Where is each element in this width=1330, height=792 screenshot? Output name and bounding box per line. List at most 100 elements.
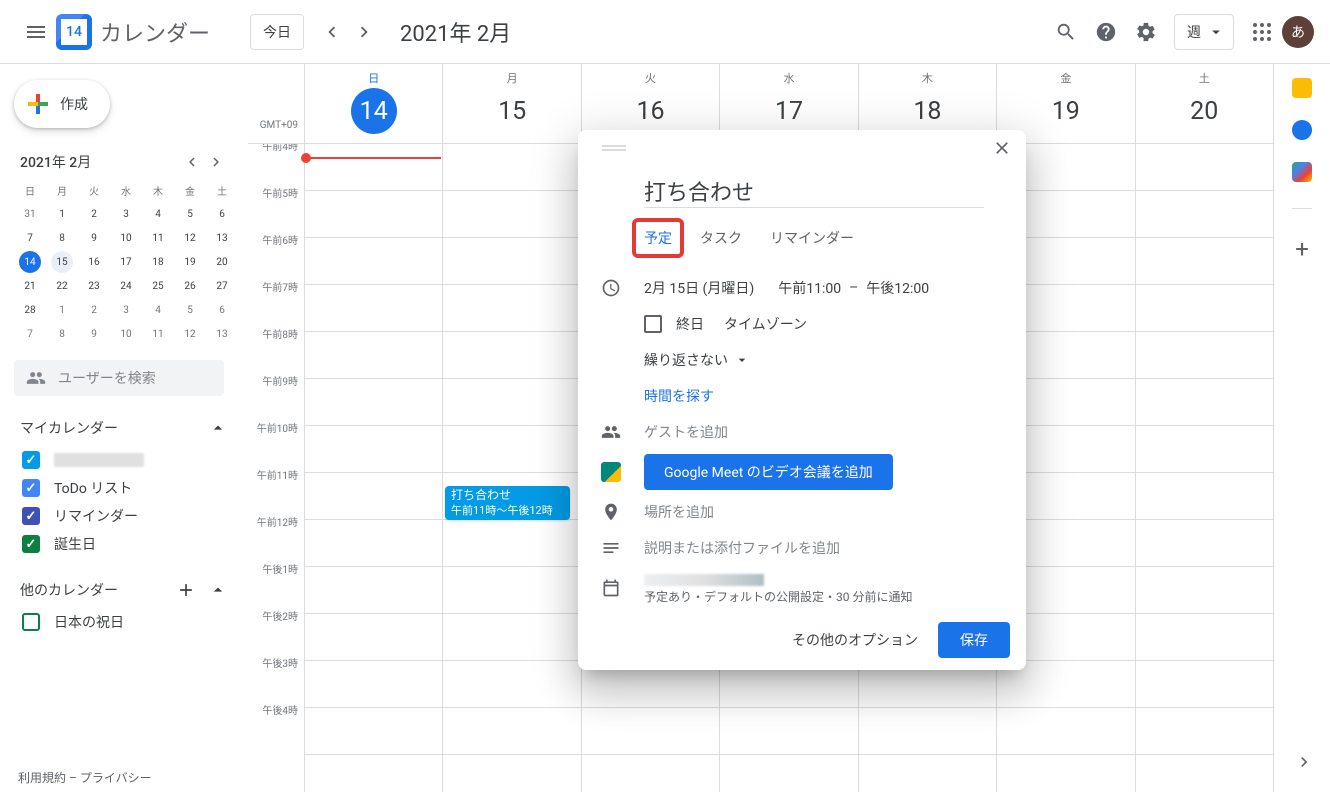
guests-row[interactable]: ゲストを追加 xyxy=(578,414,1026,450)
mini-day-cell[interactable]: 12 xyxy=(174,226,206,250)
mini-day-cell[interactable]: 7 xyxy=(14,322,46,346)
time-slot[interactable] xyxy=(1136,285,1273,332)
mini-day-cell[interactable]: 4 xyxy=(142,298,174,322)
time-slot[interactable] xyxy=(1136,379,1273,426)
google-apps-button[interactable] xyxy=(1242,12,1282,52)
time-slot[interactable] xyxy=(443,567,580,614)
mini-day-cell[interactable]: 7 xyxy=(14,226,46,250)
mini-day-cell[interactable]: 27 xyxy=(206,274,238,298)
mini-day-cell[interactable]: 5 xyxy=(174,298,206,322)
day-header[interactable]: 土20 xyxy=(1135,64,1273,143)
day-number[interactable]: 16 xyxy=(628,88,674,134)
tab-task[interactable]: タスク xyxy=(700,224,742,252)
close-button[interactable] xyxy=(986,132,1018,164)
other-calendars-header[interactable]: 他のカレンダー xyxy=(20,572,228,608)
time-slot[interactable] xyxy=(305,191,442,238)
tasks-icon[interactable] xyxy=(1292,120,1312,140)
time-slot[interactable] xyxy=(1136,332,1273,379)
grid-column[interactable] xyxy=(304,144,442,792)
calendar-checkbox[interactable] xyxy=(22,507,40,525)
time-slot[interactable] xyxy=(1136,191,1273,238)
time-slot[interactable] xyxy=(720,708,857,755)
tab-reminder[interactable]: リマインダー xyxy=(770,224,854,252)
mini-day-cell[interactable]: 1 xyxy=(46,202,78,226)
app-logo[interactable]: 14 カレンダー xyxy=(56,14,210,50)
time-slot[interactable] xyxy=(305,661,442,708)
drag-handle-icon[interactable] xyxy=(602,142,626,154)
time-slot[interactable] xyxy=(443,332,580,379)
time-slot[interactable] xyxy=(1136,426,1273,473)
create-button[interactable]: 作成 xyxy=(14,80,110,128)
time-slot[interactable] xyxy=(305,473,442,520)
time-slot[interactable] xyxy=(1136,567,1273,614)
calendar-checkbox[interactable] xyxy=(22,451,40,469)
time-slot[interactable] xyxy=(1136,661,1273,708)
time-slot[interactable] xyxy=(305,332,442,379)
mini-day-cell[interactable]: 11 xyxy=(142,322,174,346)
grid-column[interactable] xyxy=(442,144,580,792)
mini-day-cell[interactable]: 20 xyxy=(206,250,238,274)
mini-day-cell[interactable]: 4 xyxy=(142,202,174,226)
mini-day-cell[interactable]: 9 xyxy=(78,226,110,250)
calendar-row[interactable]: 誕生日 xyxy=(20,530,228,558)
mini-day-cell[interactable]: 8 xyxy=(46,322,78,346)
time-slot[interactable] xyxy=(305,426,442,473)
time-slot[interactable] xyxy=(443,661,580,708)
mini-day-cell[interactable]: 13 xyxy=(206,322,238,346)
account-avatar[interactable]: あ xyxy=(1282,16,1314,48)
mini-day-cell[interactable]: 3 xyxy=(110,298,142,322)
day-number[interactable]: 18 xyxy=(904,88,950,134)
calendar-row[interactable]: ToDo リスト xyxy=(20,474,228,502)
mini-day-cell[interactable]: 14 xyxy=(14,250,46,274)
event-chip[interactable]: 打ち合わせ 午前11時～午後12時 xyxy=(445,486,570,520)
day-number[interactable]: 17 xyxy=(766,88,812,134)
time-slot[interactable] xyxy=(305,567,442,614)
time-slot[interactable] xyxy=(1136,614,1273,661)
mini-day-cell[interactable]: 2 xyxy=(78,202,110,226)
calendar-checkbox[interactable] xyxy=(22,479,40,497)
time-slot[interactable] xyxy=(1136,473,1273,520)
calendar-row[interactable]: 日本の祝日 xyxy=(20,608,228,636)
mini-day-cell[interactable]: 5 xyxy=(174,202,206,226)
search-button[interactable] xyxy=(1046,12,1086,52)
mini-day-cell[interactable]: 21 xyxy=(14,274,46,298)
main-menu-button[interactable] xyxy=(16,12,56,52)
mini-day-cell[interactable]: 1 xyxy=(46,298,78,322)
mini-day-cell[interactable]: 2 xyxy=(78,298,110,322)
location-row[interactable]: 場所を追加 xyxy=(578,494,1026,530)
time-slot[interactable] xyxy=(582,708,719,755)
time-slot[interactable] xyxy=(305,520,442,567)
time-slot[interactable] xyxy=(305,238,442,285)
view-selector[interactable]: 週 xyxy=(1174,14,1234,50)
get-addons-button[interactable]: + xyxy=(1295,235,1309,263)
repeat-row[interactable]: 繰り返さない xyxy=(578,342,1026,378)
footer-links[interactable]: 利用規約 – プライバシー xyxy=(18,769,152,786)
support-button[interactable] xyxy=(1086,12,1126,52)
time-slot[interactable] xyxy=(305,379,442,426)
day-header[interactable]: 日14 xyxy=(304,64,442,143)
mini-day-cell[interactable]: 26 xyxy=(174,274,206,298)
more-options-button[interactable]: その他のオプション xyxy=(780,622,930,658)
day-number[interactable]: 14 xyxy=(351,88,397,134)
keep-icon[interactable] xyxy=(1292,78,1312,98)
timezone-link[interactable]: タイムゾーン xyxy=(724,314,807,334)
end-time[interactable]: 午後12:00 xyxy=(866,278,929,298)
time-slot[interactable] xyxy=(305,144,442,191)
time-slot[interactable] xyxy=(1136,520,1273,567)
time-slot[interactable] xyxy=(443,426,580,473)
mini-day-cell[interactable]: 9 xyxy=(78,322,110,346)
next-week-button[interactable] xyxy=(348,16,380,48)
day-number[interactable]: 15 xyxy=(489,88,535,134)
mini-day-cell[interactable]: 11 xyxy=(142,226,174,250)
mini-day-cell[interactable]: 24 xyxy=(110,274,142,298)
time-slot[interactable] xyxy=(443,379,580,426)
mini-day-cell[interactable]: 3 xyxy=(110,202,142,226)
day-header[interactable]: 月15 xyxy=(442,64,580,143)
mini-day-cell[interactable]: 31 xyxy=(14,202,46,226)
time-slot[interactable] xyxy=(1136,238,1273,285)
mini-day-cell[interactable]: 23 xyxy=(78,274,110,298)
mini-day-cell[interactable]: 8 xyxy=(46,226,78,250)
calendar-row[interactable] xyxy=(20,446,228,474)
time-slot[interactable] xyxy=(443,285,580,332)
save-button[interactable]: 保存 xyxy=(938,622,1010,658)
